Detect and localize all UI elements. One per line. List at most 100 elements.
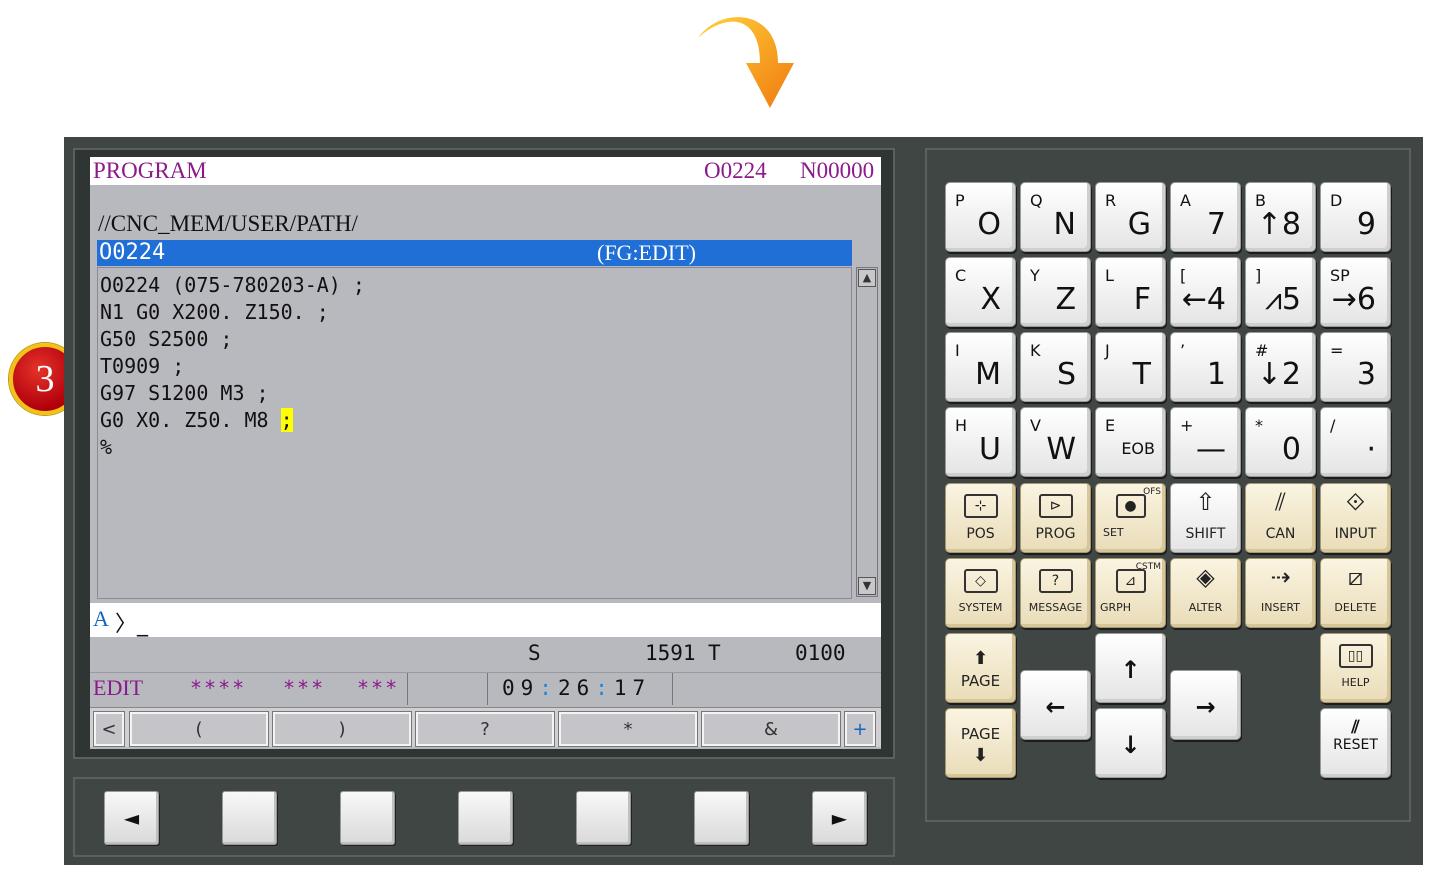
selected-program-name: O0224 bbox=[99, 240, 166, 265]
cancel-button[interactable]: ⫽ CAN bbox=[1245, 483, 1316, 553]
graph-custom-button[interactable]: CSTM ⊿ GRPH bbox=[1095, 558, 1166, 628]
key-9[interactable]: D9 bbox=[1320, 182, 1391, 252]
code-line: N1 G0 X200. Z150. ; bbox=[100, 300, 329, 324]
key-x[interactable]: CX bbox=[945, 257, 1016, 327]
input-buffer: 〉_ bbox=[115, 612, 149, 637]
delete-icon: ⧄ bbox=[1347, 563, 1364, 591]
prog-button[interactable]: ⊳ PROG bbox=[1020, 483, 1091, 553]
key-4[interactable]: [←4 bbox=[1170, 257, 1241, 327]
scrollbar[interactable]: ▲ ▼ bbox=[856, 267, 878, 597]
delete-button[interactable]: ⧄ DELETE bbox=[1320, 558, 1391, 628]
key-minus[interactable]: + — bbox=[1170, 407, 1241, 477]
offset-icon: ● bbox=[1115, 494, 1146, 518]
soft-key[interactable]: * bbox=[558, 711, 698, 747]
clock-seconds: 17 bbox=[613, 676, 652, 700]
code-line: O0224 (075-780203-A) ; bbox=[100, 273, 365, 297]
reset-button[interactable]: ⫽ RESET bbox=[1320, 708, 1391, 778]
program-number: O0224 bbox=[704, 158, 767, 183]
key-s[interactable]: KS bbox=[1020, 332, 1091, 402]
key-o[interactable]: PO bbox=[945, 182, 1016, 252]
cursor-up-button[interactable]: ↑ bbox=[1095, 633, 1166, 703]
key-0[interactable]: * 0 bbox=[1245, 407, 1316, 477]
code-line: G50 S2500 ; bbox=[100, 327, 233, 351]
program-path: //CNC_MEM/USER/PATH/ bbox=[98, 211, 358, 236]
cursor-down-button[interactable]: ↓ bbox=[1095, 708, 1166, 778]
spindle-value: 1591 bbox=[645, 641, 696, 665]
status-field: *** bbox=[357, 676, 400, 700]
key-f[interactable]: LF bbox=[1095, 257, 1166, 327]
shift-button[interactable]: ⇧ SHIFT bbox=[1170, 483, 1241, 553]
soft-left-button[interactable]: ◄ bbox=[104, 791, 159, 845]
mode-status-bar: EDIT **** *** *** 09:26:17 bbox=[90, 672, 881, 705]
prog-icon: ⊳ bbox=[1038, 494, 1073, 518]
key-eob[interactable]: E EOB bbox=[1095, 407, 1166, 477]
key-input-line[interactable]: A 〉_ bbox=[90, 603, 881, 637]
key-3[interactable]: = 3 bbox=[1320, 332, 1391, 402]
status-divider bbox=[407, 673, 408, 705]
key-2[interactable]: # ↓2 bbox=[1245, 332, 1316, 402]
key-5[interactable]: ] ⩘5 bbox=[1245, 257, 1316, 327]
reset-icon: ⫽ bbox=[1351, 717, 1360, 738]
soft-button-5[interactable] bbox=[694, 791, 749, 845]
code-line-current: G0 X0. Z50. M8 ; bbox=[100, 407, 293, 433]
selected-program-bar[interactable]: O0224 (FG:EDIT) bbox=[97, 240, 852, 266]
key-g[interactable]: RG bbox=[1095, 182, 1166, 252]
key-w[interactable]: VW bbox=[1020, 407, 1091, 477]
alter-button[interactable]: ◈ ALTER bbox=[1170, 558, 1241, 628]
screen-title: PROGRAM bbox=[93, 158, 207, 183]
page-down-button[interactable]: PAGE ⬇ bbox=[945, 708, 1016, 778]
insert-icon: ⇢ bbox=[1270, 563, 1291, 591]
soft-button-4[interactable] bbox=[576, 791, 631, 845]
tool-value: 0100 bbox=[795, 641, 846, 665]
key-t[interactable]: JT bbox=[1095, 332, 1166, 402]
cursor-right-button[interactable]: → bbox=[1170, 670, 1241, 740]
soft-key[interactable]: ? bbox=[415, 711, 555, 747]
key-n[interactable]: QN bbox=[1020, 182, 1091, 252]
arrow-left-icon: ← bbox=[1045, 693, 1066, 721]
input-button[interactable]: ⟐ INPUT bbox=[1320, 483, 1391, 553]
soft-button-1[interactable] bbox=[222, 791, 277, 845]
lcd-header: PROGRAM O0224 N00000 bbox=[90, 157, 881, 185]
code-line: % bbox=[100, 435, 113, 459]
clock-hours: 09 bbox=[502, 676, 540, 700]
page-up-button[interactable]: ⬆ PAGE bbox=[945, 633, 1016, 703]
edit-mode-tag: (FG:EDIT) bbox=[597, 240, 696, 265]
insert-button[interactable]: ⇢ INSERT bbox=[1245, 558, 1316, 628]
key-u[interactable]: HU bbox=[945, 407, 1016, 477]
clock: 09:26:17 bbox=[502, 676, 652, 700]
input-prompt: A bbox=[93, 606, 109, 631]
key-6[interactable]: SP →6 bbox=[1320, 257, 1391, 327]
key-period[interactable]: / · bbox=[1320, 407, 1391, 477]
arrow-up-icon: ↑ bbox=[1120, 656, 1141, 684]
soft-key-next[interactable]: + bbox=[844, 711, 876, 747]
key-m[interactable]: IM bbox=[945, 332, 1016, 402]
key-1[interactable]: ’ 1 bbox=[1170, 332, 1241, 402]
program-code-area[interactable]: O0224 (075-780203-A) ; N1 G0 X200. Z150.… bbox=[97, 267, 852, 599]
soft-button-3[interactable] bbox=[458, 791, 513, 845]
message-button[interactable]: ? MESSAGE bbox=[1020, 558, 1091, 628]
soft-key[interactable]: ) bbox=[272, 711, 412, 747]
scroll-up-icon[interactable]: ▲ bbox=[858, 269, 876, 287]
cursor-left-button[interactable]: ← bbox=[1020, 670, 1091, 740]
clock-minutes: 26 bbox=[557, 676, 596, 700]
soft-key[interactable]: & bbox=[701, 711, 841, 747]
curved-arrow-icon bbox=[698, 17, 794, 108]
arrow-down-icon: ↓ bbox=[1120, 731, 1141, 759]
scroll-down-icon[interactable]: ▼ bbox=[858, 577, 876, 595]
key-z[interactable]: YZ bbox=[1020, 257, 1091, 327]
edit-cursor: ; bbox=[280, 408, 293, 432]
current-line-text: G0 X0. Z50. M8 bbox=[100, 408, 281, 432]
help-button[interactable]: ▯▯ HELP bbox=[1320, 633, 1391, 703]
pos-icon: ⊹ bbox=[963, 494, 998, 518]
offset-setting-button[interactable]: OFS ● SET bbox=[1095, 483, 1166, 553]
soft-right-button[interactable]: ► bbox=[812, 791, 867, 845]
page-up-icon: ⬆ bbox=[972, 648, 989, 669]
pos-button[interactable]: ⊹ POS bbox=[945, 483, 1016, 553]
key-8[interactable]: B ↑8 bbox=[1245, 182, 1316, 252]
soft-key[interactable]: ( bbox=[129, 711, 269, 747]
tool-label: T bbox=[708, 641, 721, 665]
soft-key-prev[interactable]: < bbox=[93, 711, 125, 747]
key-7[interactable]: A7 bbox=[1170, 182, 1241, 252]
system-button[interactable]: ◇ SYSTEM bbox=[945, 558, 1016, 628]
soft-button-2[interactable] bbox=[340, 791, 395, 845]
